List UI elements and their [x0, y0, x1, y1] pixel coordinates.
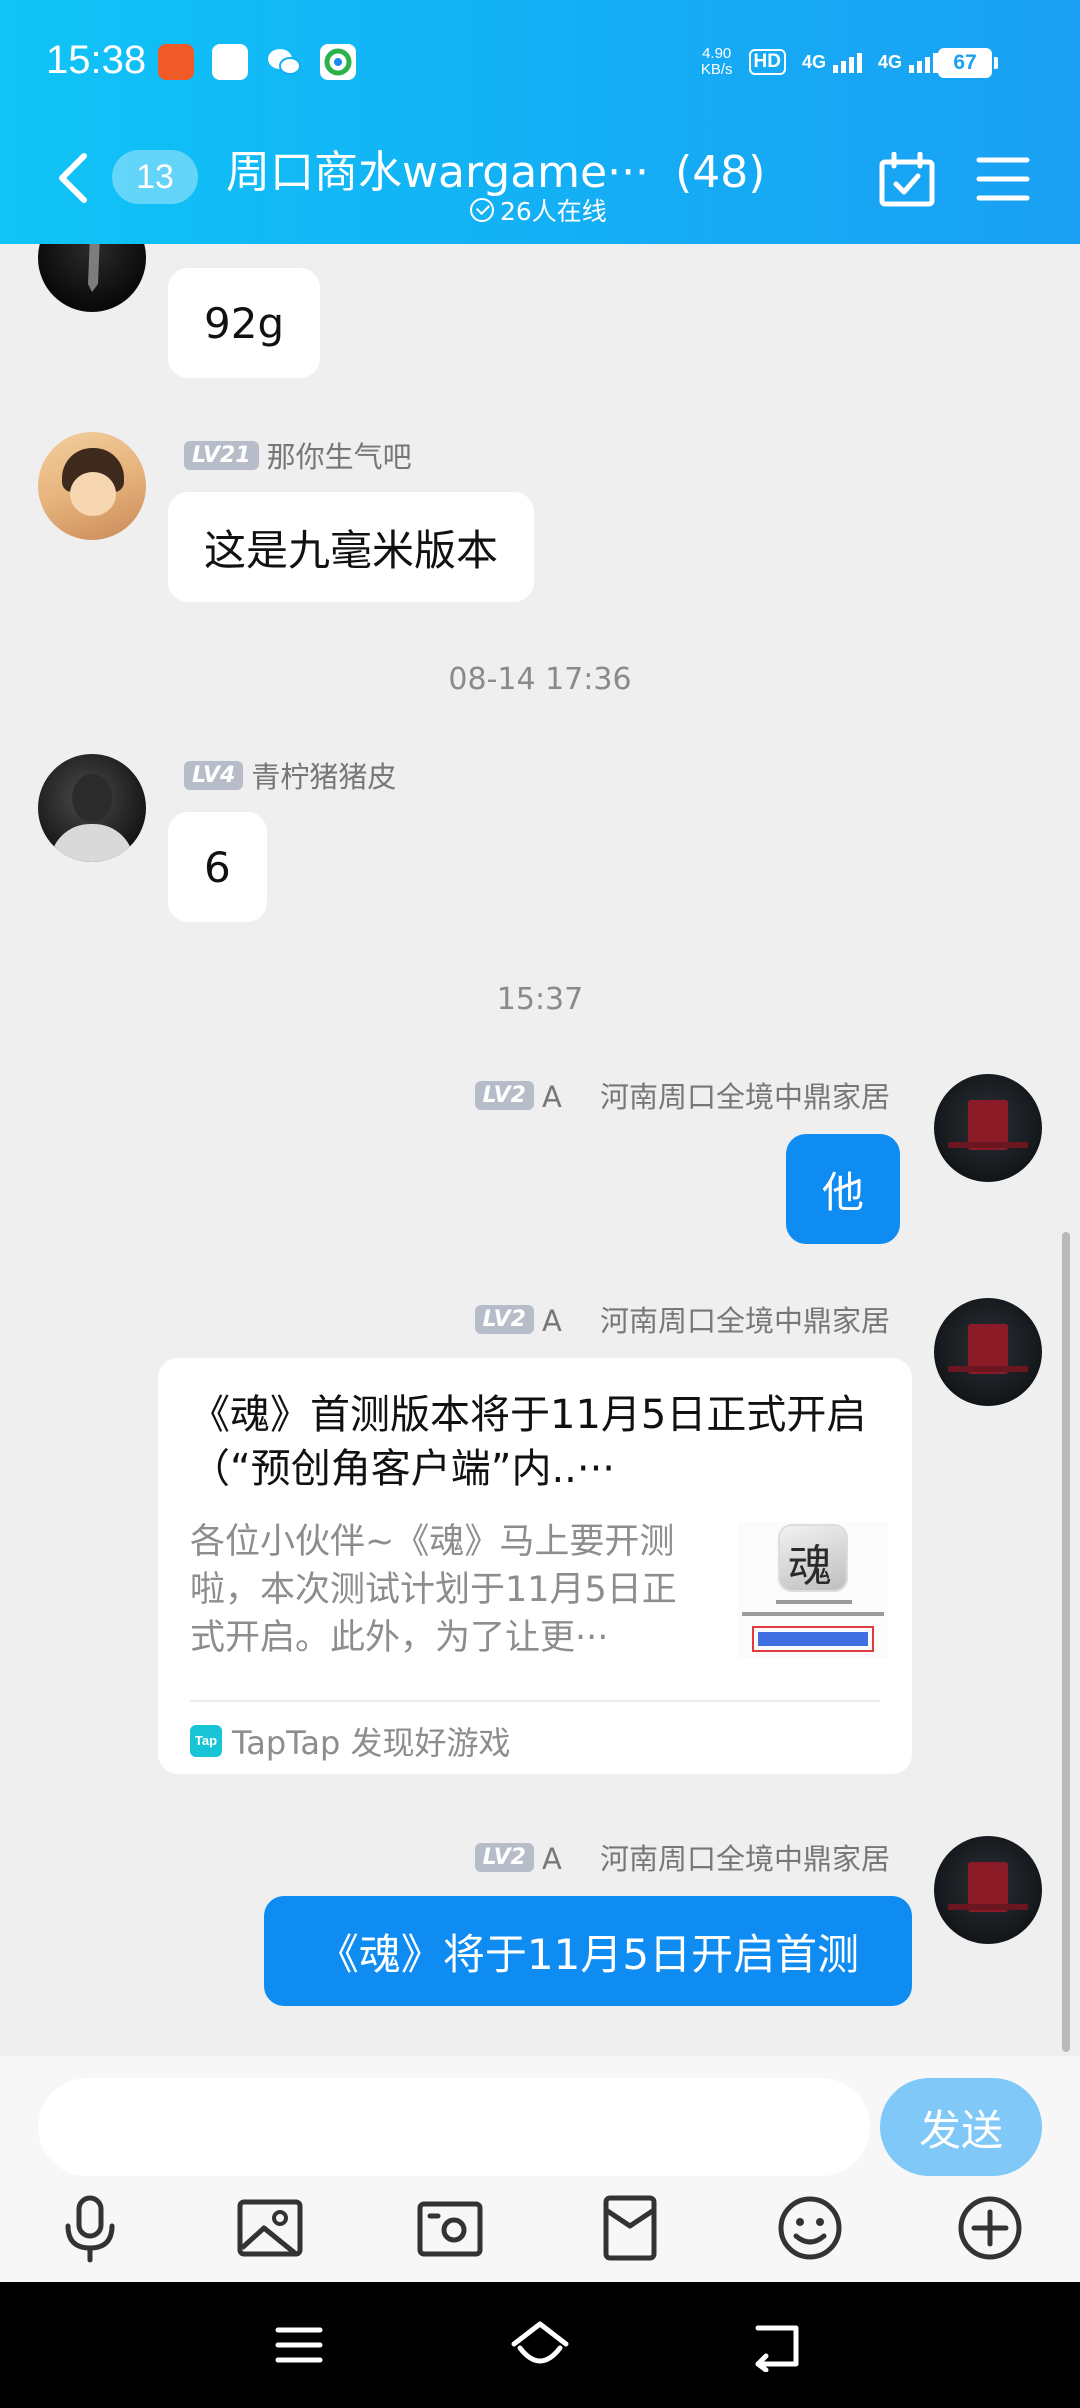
- message-bubble[interactable]: 《魂》将于11月5日开启首测: [264, 1896, 912, 2006]
- group-title[interactable]: 周口商水wargame··· (48): [226, 136, 765, 200]
- message-bubble[interactable]: 他: [786, 1134, 901, 1244]
- taptap-icon: Tap: [190, 1725, 222, 1757]
- sender-info: LV2 A 河南周口全境中鼎家居: [474, 1074, 890, 1116]
- message-text: 《魂》将于11月5日开启首测: [316, 1929, 860, 1979]
- avatar-app-icon: [212, 44, 248, 80]
- browser-app-icon: [320, 44, 356, 80]
- signal-sim2-icon: 4G: [878, 52, 938, 73]
- sender-info: LV2 A 河南周口全境中鼎家居: [474, 1836, 890, 1878]
- sender-name[interactable]: A 河南周口全境中鼎家居: [542, 1298, 890, 1340]
- avatar[interactable]: [934, 1836, 1042, 1944]
- wechat-icon: [266, 44, 302, 80]
- microphone-icon[interactable]: [54, 2192, 126, 2264]
- message-bubble[interactable]: 92g: [168, 268, 321, 378]
- add-more-icon[interactable]: [954, 2192, 1026, 2264]
- sender-info: LV2 A 河南周口全境中鼎家居: [474, 1298, 890, 1340]
- network-speed-unit: KB/s: [700, 61, 733, 78]
- avatar[interactable]: [934, 1298, 1042, 1406]
- network-speed: 4.90 KB/s: [701, 46, 733, 78]
- message-bubble[interactable]: 这是九毫米版本: [168, 492, 535, 602]
- avatar[interactable]: [38, 432, 146, 540]
- sim2-network-label: 4G: [877, 51, 902, 72]
- back-icon[interactable]: [752, 2318, 806, 2372]
- sender-name[interactable]: 青柠猪猪皮: [251, 754, 396, 796]
- send-button[interactable]: 发送: [880, 2078, 1042, 2176]
- recent-apps-icon[interactable]: [272, 2318, 326, 2372]
- sim1-network-label: 4G: [801, 51, 826, 72]
- group-name: 周口商水wargame···: [226, 147, 650, 198]
- card-source: Tap TapTap 发现好游戏: [190, 1718, 511, 1764]
- red-packet-icon[interactable]: [594, 2192, 666, 2264]
- online-status[interactable]: 26人在线: [470, 192, 607, 228]
- emoji-icon[interactable]: [774, 2192, 846, 2264]
- card-divider: [190, 1700, 880, 1702]
- calendar-check-icon[interactable]: [878, 152, 936, 208]
- level-badge: LV2: [474, 1080, 534, 1110]
- level-badge: LV4: [184, 760, 244, 790]
- sender-info: LV21 那你生气吧: [184, 434, 412, 476]
- status-indicators: 4.90 KB/s HD 4G 4G: [701, 46, 938, 78]
- menu-icon[interactable]: [976, 154, 1030, 204]
- network-speed-value: 4.90: [702, 45, 732, 62]
- shopping-app-icon: [158, 44, 194, 80]
- battery-icon: 67: [938, 48, 998, 78]
- signal-sim1-icon: 4G: [802, 52, 862, 73]
- card-title: 《魂》首测版本将于11月5日正式开启（“预创角客户端”内..···: [190, 1392, 867, 1492]
- system-navigation-bar: [0, 2282, 1080, 2408]
- sender-name[interactable]: 那你生气吧: [267, 434, 412, 476]
- avatar[interactable]: [38, 244, 146, 312]
- avatar[interactable]: [934, 1074, 1042, 1182]
- message-text: 6: [204, 842, 231, 892]
- sender-info: LV4 青柠猪猪皮: [184, 754, 396, 796]
- level-badge: LV2: [474, 1304, 534, 1334]
- card-source-label: TapTap 发现好游戏: [232, 1724, 511, 1762]
- game-logo-icon: [778, 1524, 848, 1594]
- link-share-card[interactable]: 《魂》首测版本将于11月5日正式开启（“预创角客户端”内..··· 各位小伙伴~…: [158, 1358, 912, 1774]
- camera-icon[interactable]: [414, 2192, 486, 2264]
- sender-name[interactable]: A 河南周口全境中鼎家居: [542, 1074, 890, 1116]
- title-bar: 13 周口商水wargame··· (48) 26人在线: [0, 128, 1080, 244]
- member-count: (48): [675, 147, 766, 198]
- online-count-text: 26人在线: [500, 197, 607, 226]
- status-time: 15:38: [46, 38, 147, 82]
- unread-count-badge[interactable]: 13: [112, 150, 198, 204]
- hd-voice-icon: HD: [748, 49, 786, 75]
- scrollbar[interactable]: [1062, 1232, 1070, 2052]
- status-bar: 15:38 4.90 KB/s HD 4G 4G 67: [0, 0, 1080, 128]
- message-bubble[interactable]: 6: [168, 812, 267, 922]
- message-input[interactable]: [38, 2078, 870, 2176]
- level-badge: LV2: [474, 1842, 534, 1872]
- message-text: 这是九毫米版本: [204, 525, 499, 575]
- composer: 发送: [0, 2056, 1080, 2282]
- chat-header: 15:38 4.90 KB/s HD 4G 4G 67 13 周口商水warga…: [0, 0, 1080, 244]
- message-text: 他: [822, 1167, 865, 1217]
- notification-icons: [158, 44, 356, 80]
- timestamp-separator: 15:37: [496, 982, 584, 1017]
- sender-name[interactable]: A 河南周口全境中鼎家居: [542, 1836, 890, 1878]
- home-icon[interactable]: [508, 2318, 572, 2372]
- online-check-icon: [470, 198, 494, 222]
- card-thumbnail: [738, 1522, 888, 1658]
- avatar[interactable]: [38, 754, 146, 862]
- message-list[interactable]: 92g LV21 那你生气吧 这是九毫米版本 08-14 17:36 LV4 青…: [0, 244, 1080, 2056]
- back-arrow-icon[interactable]: [50, 148, 100, 208]
- timestamp-separator: 08-14 17:36: [448, 662, 632, 697]
- level-badge: LV21: [184, 440, 259, 470]
- message-text: 92g: [204, 298, 285, 348]
- thumbnail-button: [752, 1626, 874, 1652]
- image-icon[interactable]: [234, 2192, 306, 2264]
- card-description: 各位小伙伴~《魂》马上要开测啦，本次测试计划于11月5日正式开启。此外，为了让更…: [190, 1522, 677, 1658]
